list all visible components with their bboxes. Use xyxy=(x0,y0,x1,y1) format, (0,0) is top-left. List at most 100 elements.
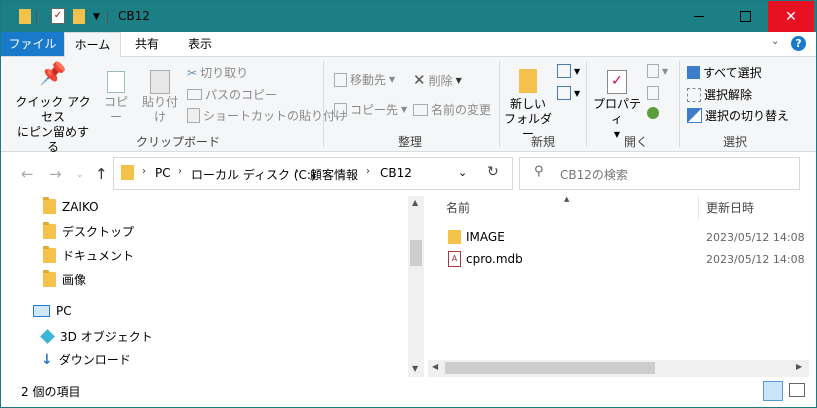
access-db-icon: A xyxy=(448,251,461,267)
tab-view[interactable]: 表示 xyxy=(177,32,223,56)
rename-button[interactable]: 名前の変更 xyxy=(413,101,491,118)
separator xyxy=(36,10,37,24)
folder-icon[interactable] xyxy=(19,9,31,24)
nav-item-label: 画像 xyxy=(62,273,87,287)
copy-path-icon xyxy=(187,89,202,100)
properties-button[interactable]: ✓ プロパティ ▼ xyxy=(591,67,643,142)
scrollbar-thumb[interactable] xyxy=(445,362,655,374)
file-row-cpro-mdb[interactable]: A cpro.mdb 2023/05/12 14:08 xyxy=(441,249,806,271)
properties-label: プロパティ xyxy=(592,97,641,126)
nav-item-downloads[interactable]: ↓ ダウンロード xyxy=(41,351,131,368)
file-list-horizontal-scrollbar[interactable]: ◀ ▶ xyxy=(428,360,809,377)
new-item-button[interactable]: ▼ xyxy=(557,64,580,78)
nav-item-pc[interactable]: PC xyxy=(33,304,72,318)
nav-item-pictures[interactable]: 画像 xyxy=(43,270,87,288)
expand-ribbon-icon[interactable]: ⌄ xyxy=(771,36,779,47)
delete-label: 削除 xyxy=(428,73,453,88)
new-item-icon xyxy=(557,64,571,78)
paste-button[interactable]: 貼り付け xyxy=(137,67,183,125)
copy-icon xyxy=(99,67,133,95)
select-none-button[interactable]: 選択解除 xyxy=(687,86,752,103)
scroll-right-icon[interactable]: ▶ xyxy=(796,362,802,371)
open-button[interactable]: ▼ xyxy=(647,64,668,78)
scroll-up-icon[interactable]: ▲ xyxy=(412,198,418,207)
delete-x-icon: ✕ xyxy=(413,71,426,89)
navigation-scrollbar[interactable]: ▲ ▼ xyxy=(408,196,424,377)
folder-icon xyxy=(448,230,461,244)
tab-file[interactable]: ファイル xyxy=(1,32,64,56)
large-icons-view-icon[interactable] xyxy=(789,383,805,397)
close-button[interactable]: ✕ xyxy=(768,1,814,32)
paste-shortcut-label: ショートカットの貼り付け xyxy=(203,109,348,123)
history-icon xyxy=(647,107,659,119)
search-box[interactable]: ⚲ CB12の検索 xyxy=(519,157,800,190)
scroll-down-icon[interactable]: ▼ xyxy=(412,364,418,373)
tab-home[interactable]: ホーム xyxy=(64,32,121,57)
move-to-button[interactable]: 移動先 ▼ xyxy=(334,71,395,88)
address-bar[interactable]: › PC › ローカル ディスク (C:) › 顧客情報 › CB12 ⌄ ↻ xyxy=(113,157,513,190)
title-bar: ✓ ▼ CB12 ✕ xyxy=(1,1,816,32)
scrollbar-thumb[interactable] xyxy=(410,240,422,266)
dropdown-arrow-icon: ▼ xyxy=(401,105,408,114)
download-icon: ↓ xyxy=(41,351,53,368)
nav-item-documents[interactable]: ドキュメント xyxy=(43,246,134,264)
breadcrumb-pc[interactable]: PC xyxy=(155,166,171,180)
column-header-modified[interactable]: 更新日時 xyxy=(706,195,754,221)
history-button[interactable] xyxy=(647,107,659,119)
cut-button[interactable]: ✂ 切り取り xyxy=(187,64,248,81)
delete-button[interactable]: ✕ 削除 ▼ xyxy=(413,71,462,89)
dropdown-arrow-icon: ▼ xyxy=(574,66,581,76)
separator xyxy=(323,61,324,147)
breadcrumb-customer-info[interactable]: 顧客情報 xyxy=(310,166,358,183)
copy-to-button[interactable]: コピー先 ▼ xyxy=(334,101,407,118)
customize-quick-access-icon[interactable]: ▼ xyxy=(93,12,100,28)
folder-icon xyxy=(43,270,56,287)
help-icon[interactable]: ? xyxy=(791,36,806,51)
column-header-name[interactable]: 名前 xyxy=(446,195,470,221)
tab-share[interactable]: 共有 xyxy=(125,32,169,56)
properties-quick-icon[interactable]: ✓ xyxy=(51,8,65,24)
nav-item-3d-objects[interactable]: 3D オブジェクト xyxy=(40,328,153,345)
new-folder-quick-icon[interactable] xyxy=(73,9,85,24)
select-all-icon xyxy=(687,66,700,79)
address-dropdown-chevron-icon[interactable]: ⌄ xyxy=(458,166,467,179)
details-view-icon[interactable] xyxy=(763,381,783,401)
folder-icon xyxy=(121,165,134,180)
scissors-icon: ✂ xyxy=(187,65,198,80)
up-arrow-icon[interactable]: ↑ xyxy=(95,165,108,183)
invert-selection-button[interactable]: 選択の切り替え xyxy=(687,107,789,124)
select-all-button[interactable]: すべて選択 xyxy=(687,64,762,81)
navigation-pane: ZAIKO デスクトップ ドキュメント 画像 PC 3D オブジェクト ↓ ダウン… xyxy=(1,194,425,377)
back-arrow-icon[interactable]: ← xyxy=(21,165,34,183)
easy-access-button[interactable]: ▼ xyxy=(557,86,580,100)
scroll-left-icon[interactable]: ◀ xyxy=(432,362,438,371)
pin-icon: 📌 xyxy=(39,62,67,87)
dropdown-arrow-icon: ▼ xyxy=(662,66,669,76)
minimize-button[interactable] xyxy=(676,1,722,32)
recent-locations-chevron-icon[interactable]: ⌄ xyxy=(76,170,84,180)
breadcrumb-cb12[interactable]: CB12 xyxy=(380,166,412,180)
new-folder-button[interactable]: 新しい フォルダー xyxy=(503,67,553,142)
refresh-icon[interactable]: ↻ xyxy=(487,164,499,180)
3d-objects-icon xyxy=(40,329,55,344)
invert-selection-label: 選択の切り替え xyxy=(705,109,790,123)
nav-item-desktop[interactable]: デスクトップ xyxy=(43,222,134,240)
edit-button[interactable] xyxy=(647,86,659,100)
properties-icon: ✓ xyxy=(591,67,643,97)
file-name: IMAGE xyxy=(466,230,505,244)
rename-icon xyxy=(413,103,428,116)
pin-label-line2: にピン留めする xyxy=(16,125,89,154)
ribbon: 📌 クイック アクセス にピン留めする コピー 貼り付け ✂ 切り取り パスのコピ… xyxy=(1,57,816,155)
column-divider[interactable] xyxy=(698,197,699,219)
status-bar: 2 個の項目 xyxy=(1,379,816,407)
maximize-button[interactable] xyxy=(722,1,768,32)
copy-path-button[interactable]: パスのコピー xyxy=(187,86,277,103)
chevron-right-icon: › xyxy=(295,166,299,177)
copy-button[interactable]: コピー xyxy=(99,67,133,125)
nav-item-zaiko[interactable]: ZAIKO xyxy=(43,197,99,214)
file-modified: 2023/05/12 14:08 xyxy=(706,253,805,266)
pin-to-quick-access-button[interactable]: 📌 クイック アクセス にピン留めする xyxy=(13,62,93,155)
file-row-image[interactable]: IMAGE 2023/05/12 14:08 xyxy=(441,227,806,249)
forward-arrow-icon[interactable]: → xyxy=(49,165,62,183)
chevron-right-icon: › xyxy=(178,166,182,177)
